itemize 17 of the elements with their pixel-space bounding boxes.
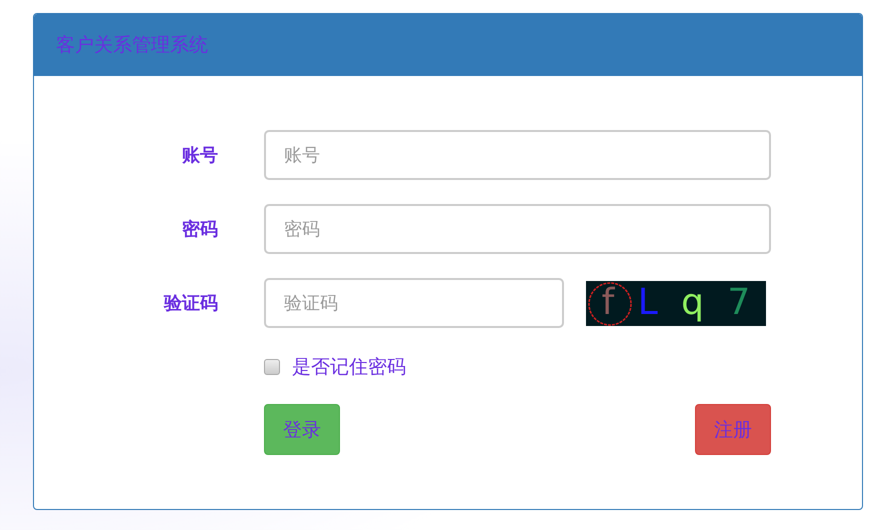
remember-checkbox[interactable] xyxy=(264,359,280,375)
system-title: 客户关系管理系统 xyxy=(56,33,208,58)
password-field[interactable]: 密码 xyxy=(264,204,771,254)
field-label: 账号 xyxy=(182,144,218,167)
field-label: 验证码 xyxy=(164,292,218,315)
captcha-character: q xyxy=(681,285,704,321)
account-field[interactable]: 账号 xyxy=(264,130,771,180)
register-button[interactable]: 注册 xyxy=(695,404,771,455)
circle-icon xyxy=(586,280,634,326)
captcha-image[interactable]: f L q 7 xyxy=(586,280,766,326)
remember-label: 是否记住密码 xyxy=(292,355,406,380)
field-label: 密码 xyxy=(182,218,218,241)
captcha-character: 7 xyxy=(727,285,750,321)
login-button[interactable]: 登录 xyxy=(264,404,340,455)
captcha-character: f xyxy=(602,285,614,321)
captcha-character: L xyxy=(638,285,658,321)
captcha-field[interactable]: 验证码 xyxy=(264,278,564,328)
